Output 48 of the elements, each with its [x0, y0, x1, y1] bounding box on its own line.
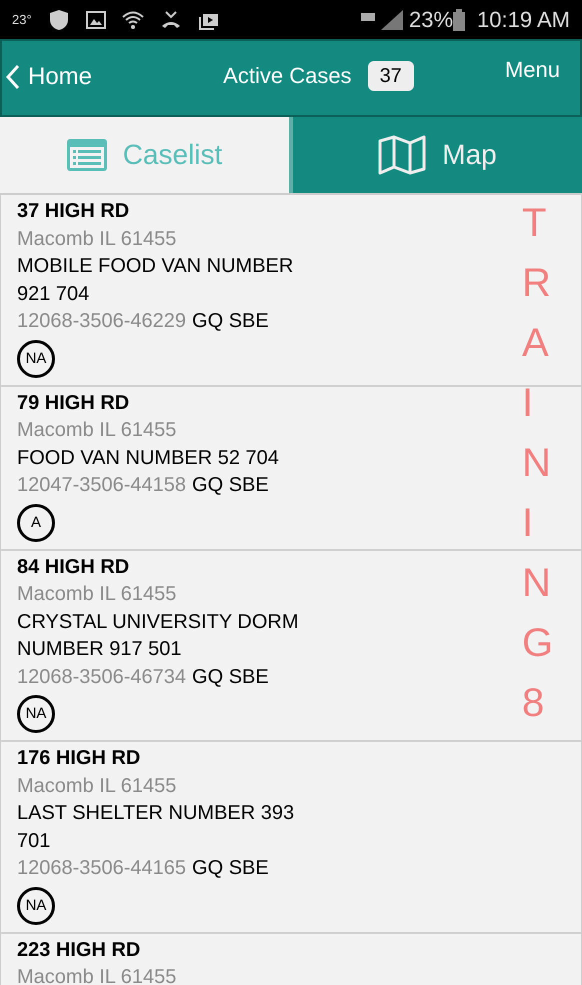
case-type: GQ SBE — [192, 473, 269, 498]
description-text: MOBILE FOOD VAN NUMBER — [17, 254, 294, 279]
street-address: 37 HIGH RD — [17, 199, 130, 224]
chevron-left-icon — [6, 64, 20, 90]
city-text: Macomb IL 61455 — [17, 582, 176, 607]
street-address: 176 HIGH RD — [17, 746, 140, 771]
back-button[interactable]: Home — [6, 59, 92, 95]
city-text: Macomb IL 61455 — [17, 418, 176, 443]
case-type: GQ SBE — [192, 664, 269, 690]
case-type: GQ SBE — [192, 856, 269, 881]
case-id: 12068-3506-46734 — [17, 664, 186, 690]
temperature-text: 23° — [12, 10, 32, 29]
description-text: 921 704 — [17, 282, 90, 306]
status-badge: NA — [17, 886, 55, 924]
case-id: 12068-3506-46229 — [17, 309, 186, 334]
city-text: Macomb IL 61455 — [17, 965, 176, 985]
battery-percentage: 23% — [409, 6, 454, 34]
menu-button[interactable]: Menu — [504, 53, 560, 86]
battery-icon — [453, 8, 466, 30]
list-icon — [66, 139, 107, 171]
city-text: Macomb IL 61455 — [17, 226, 176, 252]
count-badge: 37 — [368, 60, 414, 90]
status-badge: A — [17, 504, 55, 542]
street-address: 223 HIGH RD — [17, 938, 140, 962]
description-text: CRYSTAL UNIVERSITY DORM — [17, 610, 299, 634]
street-address: 84 HIGH RD — [17, 554, 130, 580]
wifi-icon — [122, 10, 144, 30]
city-text: Macomb IL 61455 — [17, 774, 176, 798]
status-badge: NA — [17, 695, 55, 733]
map-icon — [378, 135, 426, 175]
case-type: GQ SBE — [192, 309, 269, 334]
street-address: 79 HIGH RD — [17, 390, 130, 416]
status-badge: NA — [17, 340, 55, 378]
back-label: Home — [28, 62, 92, 92]
image-icon — [86, 10, 106, 30]
tab[interactable]: Map — [289, 117, 582, 193]
description-text: LAST SHELTER NUMBER 393 — [17, 801, 294, 826]
screen-title: Active Cases — [223, 62, 352, 90]
training-mode-label: TRAINING8 — [522, 200, 578, 727]
signal-icon — [361, 8, 405, 30]
missed-call-icon — [160, 10, 182, 30]
description-text: NUMBER 917 501 — [17, 637, 182, 662]
clock-time: 10:19 AM — [477, 6, 570, 34]
case-id: 12047-3506-44158 — [17, 473, 186, 498]
case-id: 12068-3506-44165 — [17, 856, 186, 881]
shield-icon — [48, 8, 70, 30]
description-text: 701 — [17, 828, 50, 854]
description-text: FOOD VAN NUMBER 52 704 — [17, 446, 279, 470]
